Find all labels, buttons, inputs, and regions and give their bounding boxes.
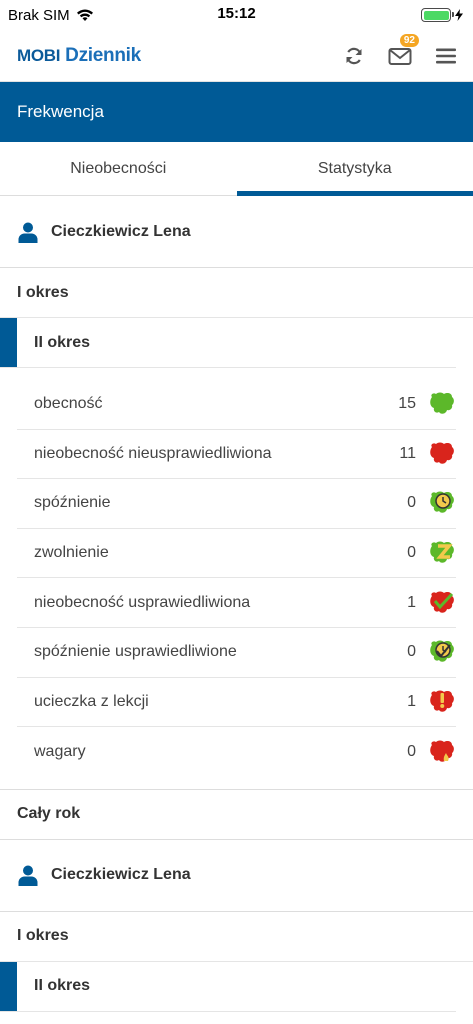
wifi-icon bbox=[76, 9, 93, 21]
tab-statistics[interactable]: Statystyka bbox=[236, 142, 473, 196]
stat-row: spóźnienie 0 bbox=[17, 479, 456, 529]
carrier-label: Brak SIM bbox=[8, 6, 70, 24]
stat-row: obecność 15 bbox=[17, 380, 456, 430]
stat-label: obecność bbox=[34, 395, 103, 413]
student-header[interactable]: Cieczkiewicz Lena bbox=[0, 196, 473, 268]
page-title: Frekwencja bbox=[17, 102, 104, 121]
stat-label: spóźnienie usprawiedliwione bbox=[34, 643, 237, 661]
menu-button[interactable] bbox=[433, 43, 459, 69]
truancy-icon bbox=[430, 740, 454, 762]
student-name: Cieczkiewicz Lena bbox=[51, 222, 191, 240]
stat-label: zwolnienie bbox=[34, 544, 109, 562]
stat-label: wagary bbox=[34, 742, 86, 760]
stat-count: 1 bbox=[407, 593, 416, 611]
excused-absence-icon bbox=[430, 591, 454, 613]
clock: 15:12 bbox=[217, 5, 256, 22]
escape-icon bbox=[430, 690, 454, 712]
messages-button[interactable]: 92 bbox=[387, 33, 419, 69]
charging-icon bbox=[455, 9, 463, 21]
stat-row: nieobecność nieusprawiedliwiona 11 bbox=[17, 430, 456, 480]
period-first[interactable]: I okres bbox=[0, 268, 473, 318]
stat-count: 0 bbox=[407, 643, 416, 661]
attendance-stats-list: obecność 15 nieobecność nieusprawiedliwion… bbox=[0, 368, 473, 790]
stat-row: nieobecność usprawiedliwiona 1 bbox=[17, 578, 456, 628]
released-icon bbox=[430, 541, 454, 563]
page-title-bar: Frekwencja bbox=[0, 82, 473, 142]
present-icon bbox=[430, 392, 454, 415]
stat-row: wagary 0 bbox=[17, 727, 456, 777]
tab-absences[interactable]: Nieobecności bbox=[0, 142, 237, 195]
stat-label: nieobecność nieusprawiedliwiona bbox=[34, 444, 272, 462]
stat-row: spóźnienie usprawiedliwione 0 bbox=[17, 628, 456, 678]
envelope-icon bbox=[388, 47, 412, 65]
stat-count: 15 bbox=[398, 395, 416, 413]
app-header: mobi Dziennik 92 bbox=[0, 30, 473, 82]
header-actions: 92 bbox=[341, 33, 459, 69]
logo-part-dziennik: Dziennik bbox=[65, 44, 141, 66]
period-first-2[interactable]: I okres bbox=[0, 912, 473, 962]
hamburger-menu-icon bbox=[436, 48, 456, 63]
stat-row: ucieczka z lekcji 1 bbox=[17, 678, 456, 728]
absent-icon bbox=[430, 442, 454, 464]
late-clock-icon bbox=[430, 491, 454, 514]
excused-late-icon bbox=[430, 640, 454, 663]
full-year-title[interactable]: Cały rok bbox=[0, 790, 473, 840]
user-icon bbox=[18, 222, 38, 243]
user-icon bbox=[18, 865, 38, 887]
stat-count: 1 bbox=[407, 692, 416, 710]
student-name-2: Cieczkiewicz Lena bbox=[51, 866, 191, 884]
stat-row: zwolnienie 0 bbox=[17, 529, 456, 579]
refresh-icon bbox=[346, 47, 362, 64]
stat-label: spóźnienie bbox=[34, 494, 111, 512]
stat-label: ucieczka z lekcji bbox=[34, 692, 149, 710]
battery-icon bbox=[421, 8, 454, 22]
stat-label: nieobecność usprawiedliwiona bbox=[34, 593, 251, 611]
stat-count: 0 bbox=[407, 742, 416, 760]
status-left: Brak SIM bbox=[8, 7, 94, 24]
stat-count: 11 bbox=[399, 444, 416, 462]
app-logo[interactable]: mobi Dziennik bbox=[17, 45, 141, 67]
status-right bbox=[421, 8, 463, 22]
status-bar: Brak SIM 15:12 bbox=[0, 0, 473, 30]
period-second-selected[interactable]: II okres bbox=[0, 318, 456, 368]
tab-bar: Nieobecności Statystyka bbox=[0, 142, 473, 196]
stat-count: 0 bbox=[407, 544, 416, 562]
messages-badge: 92 bbox=[399, 33, 419, 47]
refresh-button[interactable] bbox=[341, 43, 367, 69]
stat-count: 0 bbox=[407, 494, 416, 512]
period-second-selected-2[interactable]: II okres bbox=[0, 961, 456, 1012]
student-header-2[interactable]: Cieczkiewicz Lena bbox=[0, 840, 473, 912]
logo-part-mobi: mobi bbox=[17, 45, 61, 65]
